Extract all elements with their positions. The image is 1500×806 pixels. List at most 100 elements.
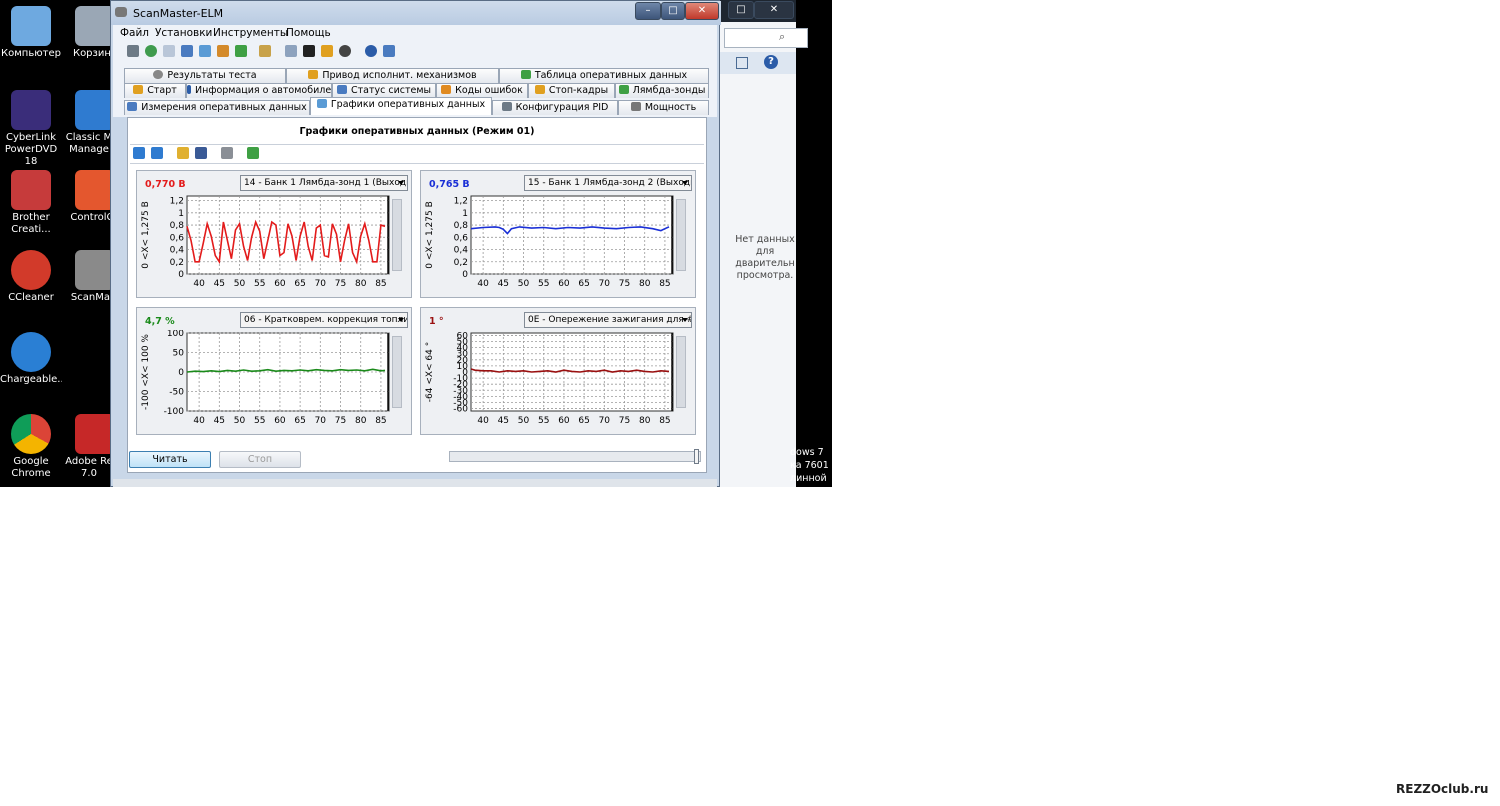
add-graph-icon[interactable]: [133, 147, 145, 159]
tab-error-codes[interactable]: Коды ошибок: [436, 83, 528, 98]
ccleaner-icon: [11, 250, 51, 290]
tab-start[interactable]: Старт: [124, 83, 186, 98]
chart-icon[interactable]: [199, 45, 211, 57]
remove-graph-icon[interactable]: [151, 147, 163, 159]
tab-label: Статус системы: [350, 85, 432, 96]
powerdvd-icon: [11, 90, 51, 130]
explorer-search-input[interactable]: ⌕: [724, 28, 808, 48]
x-tick-label: 85: [659, 416, 670, 426]
stop-icon[interactable]: [339, 45, 351, 57]
pid-select-value: 06 - Кратковрем. коррекция топлив: [244, 315, 408, 325]
close-button[interactable]: ✕: [685, 2, 719, 20]
windows-version-text: dows 7 ка 7601 линной: [790, 446, 829, 485]
tab-vehicle-info[interactable]: Информация о автомобиле: [186, 83, 332, 98]
x-tick-label: 40: [193, 416, 205, 426]
desktop-icon-ccleaner[interactable]: CCleaner: [0, 250, 62, 304]
read-button[interactable]: Читать: [129, 451, 211, 468]
tab-lambda-sensors[interactable]: Лямбда-зонды: [615, 83, 709, 98]
menu-bar: Файл Установки Инструменты Помощь: [113, 25, 717, 41]
actuator-icon: [308, 70, 319, 79]
tab-power[interactable]: Мощность: [618, 100, 709, 115]
export-icon[interactable]: [247, 147, 259, 159]
terminal-icon[interactable]: [303, 45, 315, 57]
chevron-down-icon: [398, 318, 404, 322]
tab-live-data-table[interactable]: Таблица оперативных данных: [499, 68, 709, 83]
x-tick-label: 75: [619, 416, 630, 426]
desktop-icon-powerdvd[interactable]: CyberLink PowerDVD 18: [0, 90, 62, 168]
warning-icon: [441, 85, 452, 94]
tab-live-data-graphs[interactable]: Графики оперативных данных: [310, 97, 492, 115]
explorer-window: ⌕ ? Нет данных для дварительн просмотра.: [720, 0, 808, 487]
y-tick-label: 0: [178, 270, 184, 280]
y-tick-label: 0,6: [170, 233, 185, 243]
pid-select-4[interactable]: 0E - Опережение зажигания для #1: [524, 312, 692, 328]
chat-icon[interactable]: [285, 45, 297, 57]
menu-help[interactable]: Помощь: [286, 27, 331, 39]
chart-scale-slider[interactable]: [392, 199, 402, 271]
y-tick-label: 0,2: [454, 258, 468, 268]
x-tick-label: 55: [538, 279, 549, 289]
stop-button[interactable]: Стоп: [219, 451, 301, 468]
tab-system-status[interactable]: Статус системы: [332, 83, 436, 98]
maximize-button[interactable]: □: [661, 2, 685, 20]
connect-icon[interactable]: [127, 45, 139, 57]
battery-icon[interactable]: [321, 45, 333, 57]
print-icon[interactable]: [221, 147, 233, 159]
explorer-close-button[interactable]: ✕: [754, 1, 794, 19]
x-tick-label: 40: [477, 279, 489, 289]
x-tick-label: 65: [578, 416, 589, 426]
exit-icon[interactable]: [383, 45, 395, 57]
y-tick-label: 0: [178, 368, 184, 378]
x-tick-label: 60: [274, 416, 286, 426]
desktop-icon-chargeable[interactable]: Chargeable...: [0, 332, 62, 386]
x-tick-label: 80: [355, 416, 367, 426]
minimize-button[interactable]: –: [635, 2, 661, 20]
x-tick-label: 70: [315, 416, 327, 426]
table-icon[interactable]: [181, 45, 193, 57]
tab-live-data-measurements[interactable]: Измерения оперативных данных: [124, 100, 310, 115]
desktop-icon-chrome[interactable]: Google Chrome: [0, 414, 62, 480]
sensor-icon[interactable]: [217, 45, 229, 57]
save-icon[interactable]: [195, 147, 207, 159]
clipboard-icon[interactable]: [259, 45, 271, 57]
x-tick-label: 85: [659, 279, 670, 289]
chart-scale-slider[interactable]: [676, 336, 686, 408]
x-tick-label: 45: [214, 279, 225, 289]
table-icon: [520, 70, 531, 79]
pid-select-3[interactable]: 06 - Кратковрем. коррекция топлив: [240, 312, 408, 328]
window-titlebar[interactable]: ScanMaster-ELM – □ ✕: [111, 1, 721, 25]
preview-pane-icon[interactable]: [736, 57, 748, 69]
plot-area: [186, 195, 390, 275]
pid-select-2[interactable]: 15 - Банк 1 Лямбда-зонд 2 (Выходнс: [524, 175, 692, 191]
x-tick-label: 75: [335, 416, 346, 426]
slider-thumb[interactable]: [694, 449, 699, 464]
menu-settings[interactable]: Установки: [155, 27, 212, 39]
document-icon[interactable]: [163, 45, 175, 57]
tab-pid-config[interactable]: Конфигурация PID: [492, 100, 618, 115]
menu-file[interactable]: Файл: [120, 27, 149, 39]
desktop-icon-brother[interactable]: Brother Creati...: [0, 170, 62, 236]
time-scroll-slider[interactable]: [449, 449, 701, 464]
chart-scale-slider[interactable]: [676, 199, 686, 271]
pid-select-value: 0E - Опережение зажигания для #1: [528, 315, 692, 325]
globe-icon[interactable]: [145, 45, 157, 57]
y-tick-label: -50: [169, 388, 184, 398]
tab-actuators[interactable]: Привод исполнит. механизмов: [286, 68, 499, 83]
desktop-icon-computer[interactable]: Компьютер: [0, 6, 62, 60]
info-icon[interactable]: [365, 45, 377, 57]
tab-label: Стоп-кадры: [548, 85, 609, 96]
pid-select-1[interactable]: 14 - Банк 1 Лямбда-зонд 1 (Выходно: [240, 175, 408, 191]
tab-test-results[interactable]: Результаты теста: [124, 68, 286, 83]
chart-scale-slider[interactable]: [392, 336, 402, 408]
x-tick-label: 80: [639, 416, 651, 426]
chart-icon: [316, 99, 327, 108]
tab-freeze-frames[interactable]: Стоп-кадры: [528, 83, 615, 98]
menu-tools[interactable]: Инструменты: [213, 27, 288, 39]
help-icon[interactable]: ?: [764, 55, 778, 69]
x-tick-label: 60: [274, 279, 286, 289]
watermark: REZZOclub.ru: [1396, 782, 1489, 796]
x-tick-label: 55: [538, 416, 549, 426]
dollar-icon[interactable]: [235, 45, 247, 57]
explorer-maximize-button[interactable]: □: [728, 1, 754, 19]
open-icon[interactable]: [177, 147, 189, 159]
